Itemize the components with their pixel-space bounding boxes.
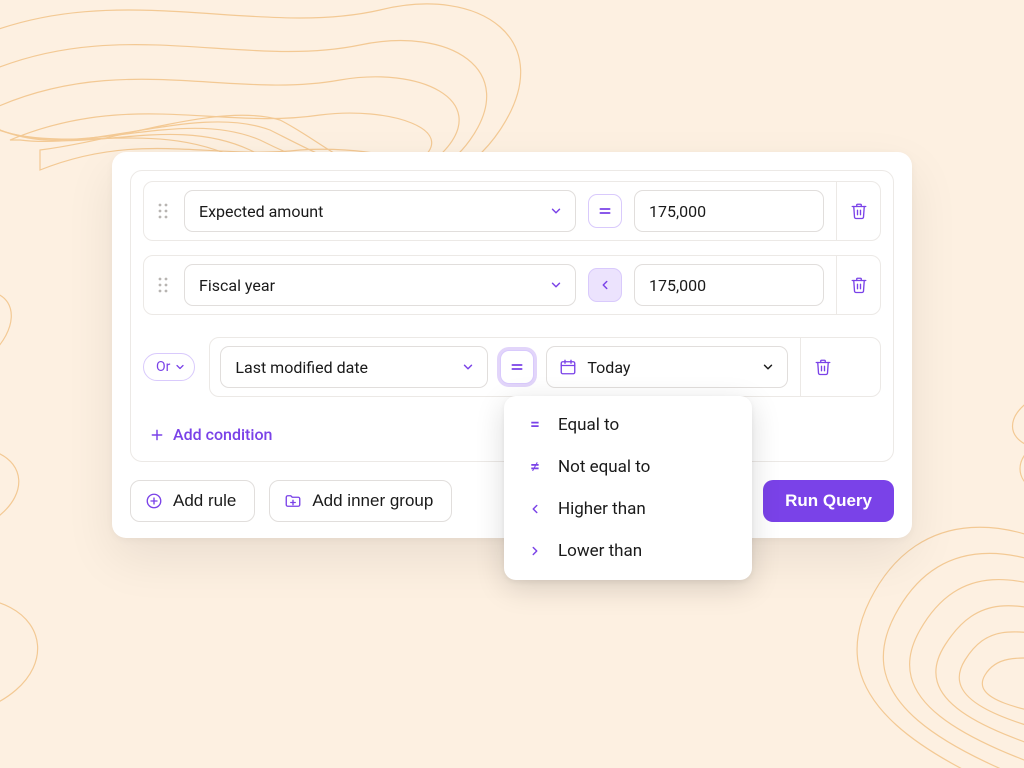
operator-option-label: Lower than xyxy=(558,541,642,561)
value-input[interactable]: 175,000 xyxy=(634,190,824,232)
operator-button-equals[interactable] xyxy=(500,350,534,384)
value-text: 175,000 xyxy=(649,276,706,295)
rule-row-or: Or Last modified date xyxy=(143,329,881,405)
operator-option-label: Higher than xyxy=(558,499,646,519)
operator-button-lessthan[interactable] xyxy=(588,268,622,302)
add-rule-label: Add rule xyxy=(173,491,236,511)
operator-button-equals[interactable] xyxy=(588,194,622,228)
operator-dropdown: = Equal to ≠ Not equal to Higher than Lo… xyxy=(504,396,752,580)
chevron-down-icon xyxy=(174,361,186,373)
chevron-down-icon xyxy=(549,204,563,218)
operator-option-equal[interactable]: = Equal to xyxy=(504,404,752,446)
run-query-label: Run Query xyxy=(785,491,872,510)
add-inner-group-label: Add inner group xyxy=(312,491,433,511)
run-query-button[interactable]: Run Query xyxy=(763,480,894,522)
chevron-left-icon xyxy=(526,502,544,516)
rule-row: Expected amount 175,000 xyxy=(143,181,881,241)
value-text: 175,000 xyxy=(649,202,706,221)
delete-rule-button[interactable] xyxy=(845,271,873,299)
drag-handle-icon[interactable] xyxy=(154,199,172,223)
operator-option-label: Equal to xyxy=(558,415,619,435)
not-equals-icon: ≠ xyxy=(526,457,544,477)
field-select[interactable]: Fiscal year xyxy=(184,264,576,306)
field-select[interactable]: Last modified date xyxy=(220,346,488,388)
add-condition-label: Add condition xyxy=(173,425,272,444)
plus-circle-icon xyxy=(145,492,163,510)
chevron-down-icon xyxy=(761,360,775,374)
date-select-value: Today xyxy=(587,358,630,377)
field-select-value: Expected amount xyxy=(199,202,323,221)
plus-icon xyxy=(149,427,165,443)
date-select[interactable]: Today xyxy=(546,346,788,388)
chevron-right-icon xyxy=(526,544,544,558)
conjunction-label: Or xyxy=(156,359,170,375)
field-select[interactable]: Expected amount xyxy=(184,190,576,232)
rule-row: Fiscal year 175,000 xyxy=(143,255,881,315)
operator-option-higher[interactable]: Higher than xyxy=(504,488,752,530)
add-condition-button[interactable]: Add condition xyxy=(149,425,272,444)
calendar-icon xyxy=(559,358,577,376)
add-rule-button[interactable]: Add rule xyxy=(130,480,255,522)
chevron-down-icon xyxy=(549,278,563,292)
row-actions xyxy=(800,338,844,396)
operator-option-label: Not equal to xyxy=(558,457,650,477)
folder-plus-icon xyxy=(284,492,302,510)
conjunction-pill[interactable]: Or xyxy=(143,353,195,381)
row-actions xyxy=(836,182,880,240)
equals-icon: = xyxy=(526,415,544,435)
value-input[interactable]: 175,000 xyxy=(634,264,824,306)
rule-inner: Last modified date Today xyxy=(209,337,881,397)
row-actions xyxy=(836,256,880,314)
chevron-down-icon xyxy=(461,360,475,374)
drag-handle-icon[interactable] xyxy=(154,273,172,297)
field-select-value: Last modified date xyxy=(235,358,368,377)
operator-option-notequal[interactable]: ≠ Not equal to xyxy=(504,446,752,488)
delete-rule-button[interactable] xyxy=(809,353,837,381)
field-select-value: Fiscal year xyxy=(199,276,275,295)
operator-option-lower[interactable]: Lower than xyxy=(504,530,752,572)
add-inner-group-button[interactable]: Add inner group xyxy=(269,480,452,522)
delete-rule-button[interactable] xyxy=(845,197,873,225)
